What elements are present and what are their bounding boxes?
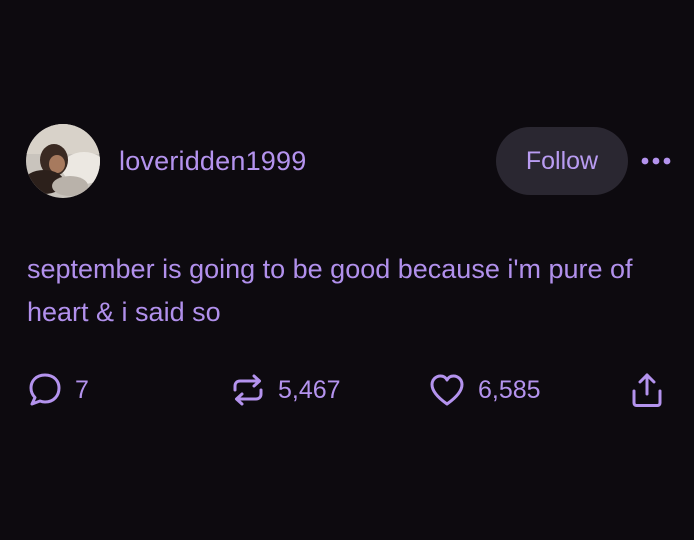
more-dots-icon[interactable]: [640, 146, 672, 176]
repost-count: 5,467: [278, 375, 341, 404]
follow-button[interactable]: Follow: [496, 127, 628, 195]
repost-arrows-icon: [233, 374, 263, 406]
heart-icon: [430, 374, 464, 406]
share-upload-icon: [632, 373, 662, 407]
avatar-photo: [26, 124, 100, 198]
like-count: 6,585: [478, 375, 541, 404]
username[interactable]: loveridden1999: [119, 146, 306, 177]
speech-bubble-icon: [29, 373, 61, 406]
share-button[interactable]: [629, 370, 665, 410]
reply-count: 7: [75, 375, 89, 404]
like-button[interactable]: 6,585: [428, 370, 541, 410]
post-header: loveridden1999 Follow: [26, 124, 672, 198]
post-actions: 7 5,467 6,585: [27, 370, 669, 410]
post-card: loveridden1999 Follow september is going…: [0, 0, 694, 540]
avatar[interactable]: [26, 124, 100, 198]
repost-button[interactable]: 5,467: [230, 370, 341, 410]
post-text: september is going to be good because i'…: [27, 254, 633, 327]
reply-button[interactable]: 7: [27, 370, 89, 410]
